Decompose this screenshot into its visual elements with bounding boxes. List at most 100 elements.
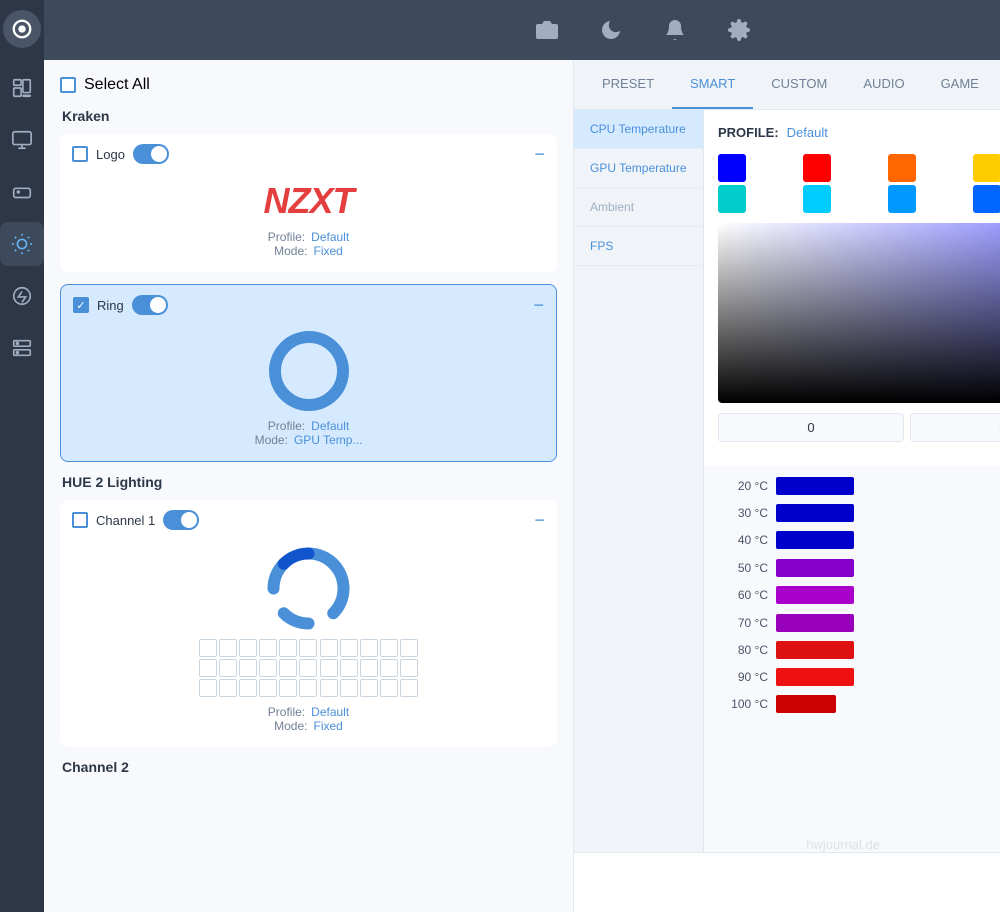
temp-row: 60 °C ▲ ▼: [718, 584, 1000, 607]
tab-audio[interactable]: AUDIO: [845, 60, 922, 109]
ring-toggle[interactable]: [132, 295, 168, 315]
color-swatch-blue[interactable]: [718, 154, 746, 182]
color-swatch-teal[interactable]: [718, 185, 746, 213]
ring-checkbox[interactable]: [73, 297, 89, 313]
nzxt-logo: NZXT: [264, 180, 354, 222]
temp-bar[interactable]: [776, 504, 854, 522]
temp-bar-container: [776, 584, 1000, 606]
temp-row: 70 °C ▲ ▼: [718, 611, 1000, 634]
camera-icon[interactable]: [535, 18, 559, 42]
channel1-toggle[interactable]: [163, 510, 199, 530]
temp-label: 100 °C: [718, 697, 768, 711]
led-cell: [239, 679, 257, 697]
r-input[interactable]: [718, 413, 904, 442]
settings-icon[interactable]: [727, 18, 751, 42]
channel1-label: Channel 1: [96, 513, 155, 528]
sidebar-item-gaming[interactable]: [0, 170, 44, 214]
ring-header: Ring −: [61, 285, 556, 321]
logo-collapse-btn[interactable]: −: [534, 145, 545, 163]
channel1-mode: Fixed: [314, 719, 343, 733]
color-picker-area: PROFILE: Default ⌄: [704, 110, 1000, 466]
logo-profile: Default: [311, 230, 349, 244]
tab-bar: PRESET SMART CUSTOM AUDIO GAME: [574, 60, 1000, 110]
channel1-checkbox[interactable]: [72, 512, 88, 528]
channel1-profile: Default: [311, 705, 349, 719]
color-gradient[interactable]: [718, 223, 1000, 403]
logo-toggle[interactable]: [133, 144, 169, 164]
sidebar: [0, 0, 44, 912]
temp-row: 20 °C ▲ ▼: [718, 474, 1000, 497]
panel-body: PROFILE: Default ⌄: [704, 110, 1000, 852]
color-swatch-yellow[interactable]: [973, 154, 1000, 182]
led-cell: [380, 659, 398, 677]
temp-bar[interactable]: [776, 531, 854, 549]
logo-mode: Fixed: [314, 244, 343, 258]
sidebar-item-monitor[interactable]: [0, 118, 44, 162]
right-panel: PRESET SMART CUSTOM AUDIO GAME CPU Tempe…: [574, 60, 1000, 912]
led-cell: [320, 679, 338, 697]
color-swatch-cyan[interactable]: [803, 185, 831, 213]
logo-preview: NZXT Profile: Default Mode: Fixed: [60, 170, 557, 272]
sidebar-item-storage[interactable]: [0, 326, 44, 370]
channel1-collapse-btn[interactable]: −: [534, 511, 545, 529]
logo-label: Logo: [96, 147, 125, 162]
color-swatch-blue2[interactable]: [973, 185, 1000, 213]
bell-icon[interactable]: [663, 18, 687, 42]
select-all-checkbox[interactable]: [60, 77, 76, 93]
sidebar-item-lighting[interactable]: [0, 222, 44, 266]
temp-row: 50 °C ▲ ▼: [718, 556, 1000, 579]
smart-tab-fps[interactable]: FPS: [574, 227, 703, 266]
profile-label: PROFILE:: [718, 125, 779, 140]
led-cell: [400, 639, 418, 657]
temp-label: 80 °C: [718, 643, 768, 657]
temp-bar[interactable]: [776, 641, 854, 659]
moon-icon[interactable]: [599, 18, 623, 42]
led-cell: [340, 659, 358, 677]
ring-collapse-btn[interactable]: −: [533, 296, 544, 314]
temp-bar-container: [776, 639, 1000, 661]
led-cell: [380, 679, 398, 697]
led-cell: [219, 659, 237, 677]
channel1-card: Channel 1 −: [60, 500, 557, 747]
temp-bar[interactable]: [776, 614, 854, 632]
tab-game[interactable]: GAME: [923, 60, 997, 109]
temp-row: 90 °C ▲ ▼: [718, 666, 1000, 689]
temp-bar-container: [776, 557, 1000, 579]
led-cell: [400, 659, 418, 677]
app-logo: [3, 10, 41, 48]
color-swatch-skyblue[interactable]: [888, 185, 916, 213]
hue-ring: [266, 546, 351, 631]
tab-smart[interactable]: SMART: [672, 60, 753, 109]
temp-bar-container: [776, 612, 1000, 634]
logo-checkbox[interactable]: [72, 146, 88, 162]
temp-bar[interactable]: [776, 695, 836, 713]
select-all-label: Select All: [84, 76, 150, 94]
sidebar-item-power[interactable]: [0, 274, 44, 318]
color-swatch-orange[interactable]: [888, 154, 916, 182]
tab-preset[interactable]: PRESET: [584, 60, 672, 109]
tab-custom[interactable]: CUSTOM: [753, 60, 845, 109]
led-cell: [199, 639, 217, 657]
smart-tab-cpu[interactable]: CPU Temperature: [574, 110, 703, 149]
led-cell: [199, 679, 217, 697]
ring-circle: [269, 331, 349, 411]
led-cell: [380, 639, 398, 657]
select-all-row: Select All: [60, 76, 557, 94]
sidebar-item-dashboard[interactable]: [0, 66, 44, 110]
temp-row: 40 °C ▲ ▼: [718, 529, 1000, 552]
color-swatch-red[interactable]: [803, 154, 831, 182]
temp-bar[interactable]: [776, 668, 854, 686]
temp-bar[interactable]: [776, 477, 854, 495]
led-cell: [279, 639, 297, 657]
smart-tab-gpu[interactable]: GPU Temperature: [574, 149, 703, 188]
led-cell: [199, 659, 217, 677]
led-cell: [400, 679, 418, 697]
led-cell: [360, 639, 378, 657]
device-list: Select All Kraken Logo − NZXT Profile: D…: [44, 60, 574, 912]
temp-bar[interactable]: [776, 586, 854, 604]
temp-bar-container: [776, 693, 1000, 715]
ring-profile: Default: [311, 419, 349, 433]
g-input[interactable]: [910, 413, 1000, 442]
temp-bar[interactable]: [776, 559, 854, 577]
temp-bar-container: [776, 475, 1000, 497]
